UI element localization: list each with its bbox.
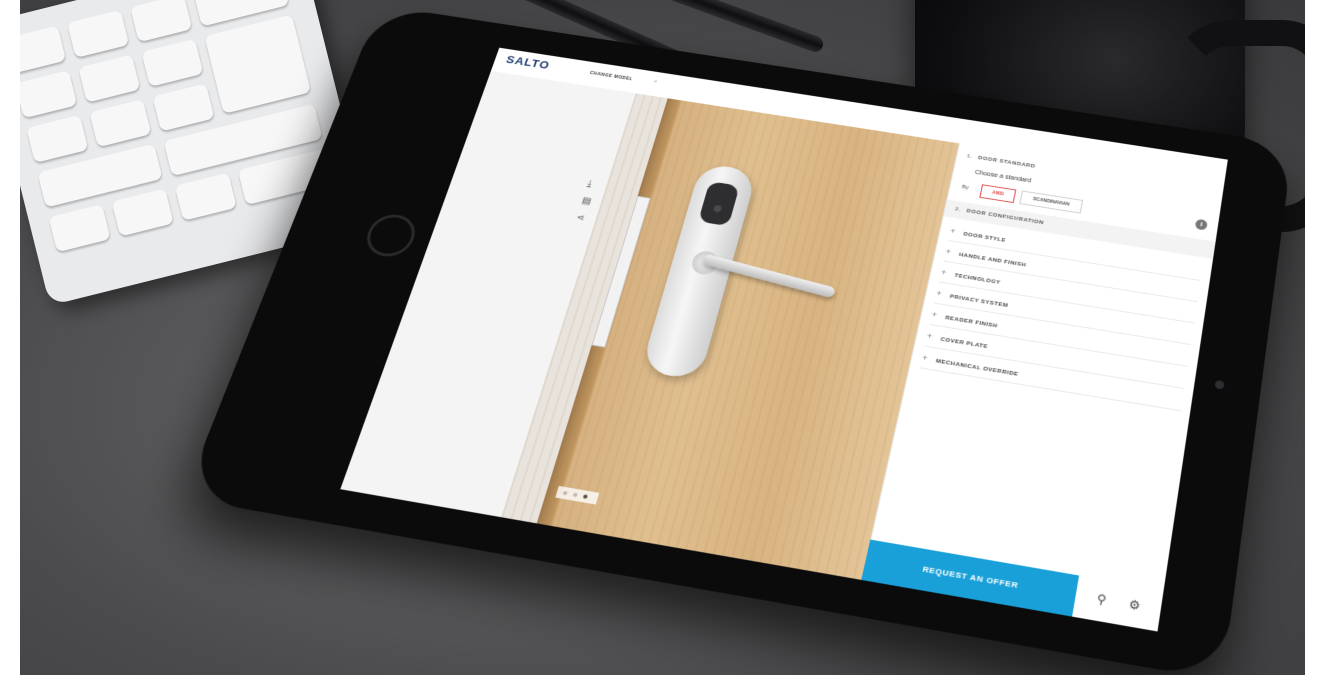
settings-icon[interactable]: ⚙ <box>1128 597 1142 613</box>
scandinavian-option[interactable]: SCANDINAVIAN <box>1019 191 1083 214</box>
view-dot[interactable] <box>573 493 578 498</box>
salto-logo[interactable]: SALTO <box>505 53 552 71</box>
view-dot[interactable] <box>563 491 568 496</box>
home-button[interactable] <box>361 211 421 259</box>
share-icon[interactable]: ⋖ <box>575 213 586 224</box>
ansi-option[interactable]: ANSI <box>979 184 1016 203</box>
desk-background: SALTO CHANGE MODEL ˅ ⤓ ▤ ⋖ 1. DOOR STAND… <box>20 0 1305 675</box>
camera <box>1214 380 1224 390</box>
chevron-down-icon[interactable]: ˅ <box>653 80 658 85</box>
view-dot-active[interactable] <box>583 494 588 499</box>
print-icon[interactable]: ▤ <box>581 196 593 207</box>
download-icon[interactable]: ⤓ <box>586 179 593 189</box>
info-icon[interactable]: i <box>1195 219 1208 231</box>
app-screen: SALTO CHANGE MODEL ˅ ⤓ ▤ ⋖ 1. DOOR STAND… <box>340 48 1228 632</box>
standard-row-label: By <box>961 185 969 191</box>
change-model-button[interactable]: CHANGE MODEL <box>589 71 633 82</box>
card-reader <box>698 181 740 226</box>
reader-led <box>713 205 722 213</box>
